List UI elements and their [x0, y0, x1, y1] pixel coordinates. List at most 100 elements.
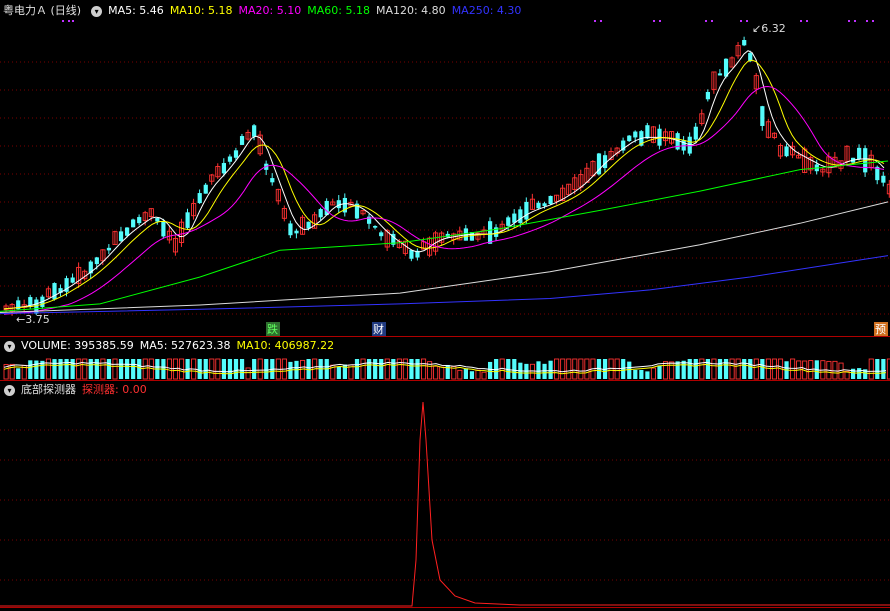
signal-dot — [854, 20, 856, 22]
volume-bar — [881, 359, 886, 379]
volume-bar — [227, 359, 233, 379]
volume-bar — [536, 361, 541, 379]
volume-bar — [215, 358, 221, 380]
volume-bar — [100, 358, 106, 380]
volume-bar — [548, 360, 553, 379]
volume-bar — [28, 360, 33, 379]
volume-bar — [239, 359, 245, 379]
candle-body — [294, 230, 299, 234]
candle-body — [155, 218, 160, 222]
volume-bar — [639, 369, 644, 379]
volume-bar — [396, 358, 402, 380]
candle-body — [118, 231, 124, 242]
volume-bar — [233, 359, 239, 379]
volume-bar — [608, 358, 614, 380]
candle-body — [185, 212, 190, 228]
volume-bar — [112, 358, 118, 380]
volume-bar — [384, 358, 390, 380]
volume-bar — [488, 361, 493, 379]
volume-bar — [373, 359, 378, 379]
volume-bar — [693, 359, 698, 379]
volume-bar — [142, 358, 148, 380]
candle-body — [627, 135, 632, 142]
candle-body — [784, 146, 789, 157]
volume-bar — [868, 358, 874, 380]
volume-bar — [421, 358, 427, 380]
volume-bar — [717, 359, 723, 379]
candle-body — [469, 232, 475, 241]
volume-bar — [463, 368, 468, 379]
volume-bar — [415, 359, 420, 379]
volume-bar — [94, 359, 99, 379]
volume-bar — [64, 359, 69, 379]
volume-bar — [402, 358, 408, 380]
volume-bar — [257, 358, 263, 380]
candle-body — [536, 202, 541, 209]
volume-bar — [131, 359, 136, 379]
volume-bar — [469, 371, 475, 379]
candle-body — [318, 209, 323, 218]
candle-body — [137, 217, 142, 224]
volume-bar — [765, 358, 771, 380]
candle-body — [645, 125, 650, 139]
candle-body — [518, 209, 523, 223]
candle-body — [125, 227, 130, 236]
candle-body — [857, 147, 862, 160]
volume-bar — [457, 369, 463, 380]
volume-bar — [729, 358, 735, 380]
candle-body — [742, 40, 747, 46]
signal-dot — [711, 20, 713, 22]
bottom-detector-line — [0, 401, 890, 607]
volume-bar — [699, 358, 705, 380]
candle-body — [548, 195, 553, 205]
volume-bar — [771, 358, 777, 380]
candle-body — [28, 297, 33, 306]
candle-body — [524, 201, 529, 220]
candle-body — [221, 163, 226, 174]
candle-body — [52, 283, 57, 300]
candle-body — [106, 247, 112, 251]
signal-dot — [872, 20, 874, 22]
signal-dot — [705, 20, 707, 22]
candle-body — [161, 221, 166, 237]
candle-body — [409, 249, 414, 259]
ma60-line — [0, 160, 889, 312]
volume-bar — [857, 368, 862, 379]
candle-body — [488, 221, 493, 244]
volume-bar — [264, 359, 269, 379]
volume-bar — [578, 358, 584, 380]
volume-bar — [687, 359, 692, 379]
volume-bar — [645, 371, 650, 379]
signal-dot — [72, 20, 74, 22]
volume-bar — [409, 359, 414, 379]
volume-bar — [88, 359, 93, 379]
volume-bar — [633, 369, 638, 379]
volume-bar — [197, 359, 202, 379]
kline-chart[interactable]: ↙6.32 ←3.75 跌 财 预 — [0, 0, 890, 611]
volume-bar — [675, 361, 680, 379]
volume-bar — [137, 359, 142, 379]
candle-body — [705, 91, 710, 100]
volume-bar — [245, 367, 251, 380]
candle-body — [633, 131, 638, 138]
candle-body — [506, 217, 511, 226]
volume-bar — [481, 371, 487, 380]
event-marker-0: 跌 — [267, 322, 278, 336]
volume-bar — [106, 359, 112, 379]
volume-bar — [681, 360, 686, 379]
signal-dot — [68, 20, 70, 22]
volume-bar — [572, 358, 578, 380]
volume-bar — [584, 358, 590, 380]
volume-bar — [723, 359, 729, 379]
volume-bar — [252, 359, 257, 379]
signal-dot — [800, 20, 802, 22]
volume-bar — [16, 368, 21, 379]
volume-bar — [367, 359, 372, 379]
volume-bar — [529, 363, 535, 380]
volume-bar — [360, 358, 366, 380]
candle-body — [379, 232, 384, 237]
volume-bar — [650, 367, 656, 380]
candle-body — [252, 125, 257, 137]
candle-body — [233, 150, 239, 158]
volume-bar — [753, 358, 759, 380]
